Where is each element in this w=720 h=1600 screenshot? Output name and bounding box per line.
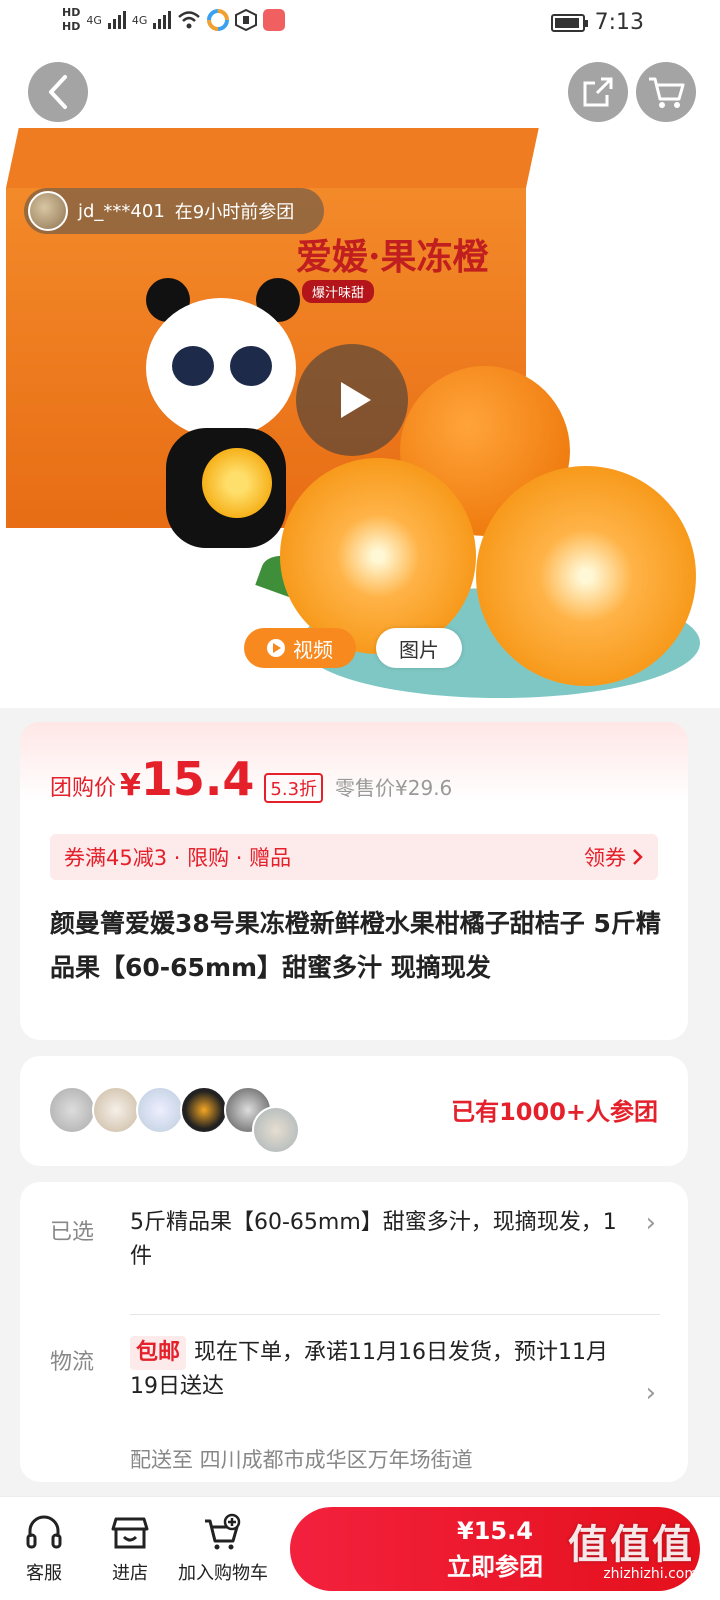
product-gallery[interactable]: 爱媛·果冻橙 爆汁味甜 jd_***401 在9小时前参团 视频 图片 [0,48,720,708]
back-button[interactable] [28,62,88,122]
signal-icon [107,11,126,29]
chevron-right-icon[interactable]: › [646,1378,656,1408]
price-currency: ¥ [120,768,141,803]
get-coupon-label: 领券 [584,846,626,870]
hand-icon [235,9,258,31]
service-button[interactable]: 客服 [24,1513,64,1585]
tab-video-label: 视频 [293,637,333,662]
tab-video[interactable]: 视频 [244,628,356,668]
cart-button[interactable] [636,62,696,122]
chevron-right-icon [633,849,643,865]
promo-text: 券满45减3 · 限购 · 赠品 [64,846,292,870]
ship-to-address[interactable]: 配送至 四川成都市成华区万年场街道 [130,1444,473,1474]
logistics-text: 现在下单，承诺11月16日发货，预计11月19日送达 [130,1340,608,1399]
group-count: 已有1000+人参团 [451,1098,658,1126]
orange-half-left [280,458,476,654]
net2-label: 4G [131,13,148,27]
price-value: 15.4 [140,752,255,806]
share-icon [583,77,613,107]
coupon-bar[interactable]: 券满45减3 · 限购 · 赠品 领券 [50,834,658,880]
participant-avatars [48,1086,300,1154]
box-lid [6,128,539,188]
net1-label: 4G [86,13,102,27]
avatar [252,1106,300,1154]
avatar [180,1086,228,1134]
cart-icon [649,77,685,108]
status-left: HD HD 4G 4G [62,6,286,34]
join-toast: jd_***401 在9小时前参团 [24,188,324,234]
panda-head [146,298,296,438]
orange-slice [202,448,272,518]
status-bar: HD HD 4G 4G 7:13 [0,0,720,48]
battery-icon [550,13,588,32]
orange-half-right [476,466,696,686]
avatar [48,1086,96,1134]
cart-add-icon [205,1513,241,1550]
add-to-cart-label: 加入购物车 [178,1563,268,1584]
get-coupon-button[interactable]: 领券 [584,842,644,872]
divider [130,1314,660,1315]
details-card: 已选 5斤精品果【60-65mm】甜蜜多汁，现摘现发，1件 › 物流 包邮 现在下… [20,1182,688,1482]
price-row: 团购价 ¥ 15.4 5.3折 零售价¥29.6 [50,752,452,806]
toast-user: jd_***401 [78,200,165,222]
headset-icon [26,1515,62,1549]
panda-eye-right [230,346,272,386]
watermark-url: zhizhizhi.com [603,1566,698,1582]
hd2-label: HD [62,20,81,33]
avatar [136,1086,184,1134]
add-to-cart-button[interactable]: 加入购物车 [178,1513,268,1585]
box-subtitle: 爆汁味甜 [302,280,375,303]
play-icon [267,639,285,657]
panda-eye-left [172,346,214,386]
store-label: 进店 [112,1563,148,1584]
hd-indicator: HD HD [62,6,80,34]
avatar [92,1086,140,1134]
avatar [28,191,68,231]
app-icon-colorful [207,9,230,31]
hd1-label: HD [62,6,81,19]
media-tabs: 视频 图片 [244,628,462,668]
logistics-label: 物流 [50,1350,95,1375]
cta-price: ¥15.4 [457,1516,533,1545]
chevron-right-icon[interactable]: › [646,1208,656,1238]
cta-label: 立即参团 [447,1552,543,1581]
toast-text: 在9小时前参团 [174,202,295,223]
selected-spec[interactable]: 5斤精品果【60-65mm】甜蜜多汁，现摘现发，1件 [130,1206,630,1274]
product-title: 颜曼箐爱媛38号果冻橙新鲜橙水果柑橘子甜桔子 5斤精品果【60-65mm】甜蜜多… [50,909,661,982]
store-icon [111,1517,149,1549]
group-buy-card[interactable]: 已有1000+人参团 [20,1056,688,1166]
app-icon-red [263,9,286,31]
share-button[interactable] [568,62,628,122]
service-label: 客服 [26,1563,62,1584]
tab-image-label: 图片 [399,637,439,662]
tab-image[interactable]: 图片 [376,628,462,668]
retail-price: 零售价¥29.6 [335,776,453,800]
chevron-left-icon [49,75,67,109]
watermark: 值值值 [568,1522,694,1568]
logistics-info[interactable]: 包邮 现在下单，承诺11月16日发货，预计11月19日送达 [130,1336,630,1404]
clock: 7:13 [594,10,644,35]
price-card: 团购价 ¥ 15.4 5.3折 零售价¥29.6 券满45减3 · 限购 · 赠… [20,722,688,1040]
discount-badge: 5.3折 [264,773,324,803]
status-right: 7:13 [550,10,644,35]
box-title: 爱媛·果冻橙 [296,236,489,278]
store-button[interactable]: 进店 [110,1513,150,1585]
free-shipping-badge: 包邮 [130,1336,187,1370]
selected-label: 已选 [50,1220,95,1245]
play-button[interactable] [296,344,408,456]
wifi-icon [178,11,201,29]
group-price-label: 团购价 [50,776,117,801]
signal-icon-2 [153,11,172,29]
